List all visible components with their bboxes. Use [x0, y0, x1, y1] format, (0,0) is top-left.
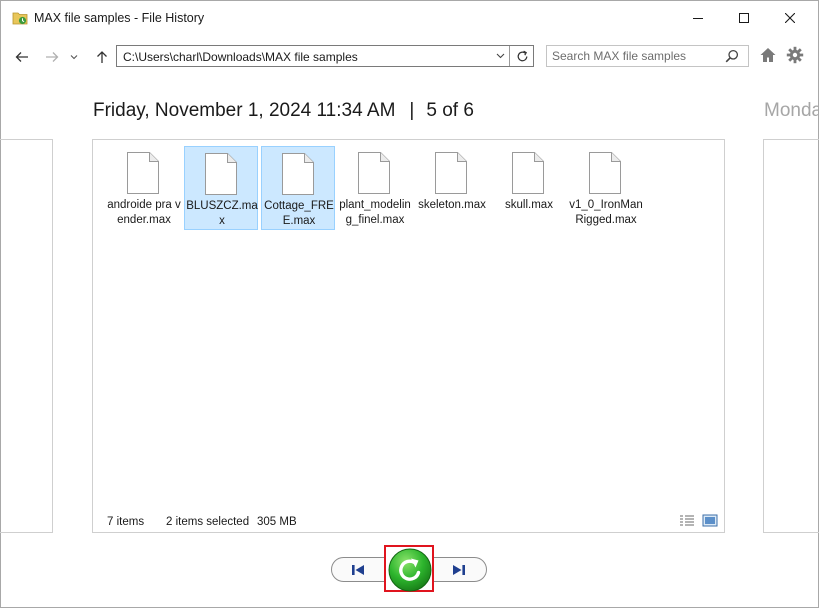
file-item[interactable]: BLUSZCZ.max [184, 146, 258, 230]
file-history-app-icon [12, 10, 28, 26]
file-item[interactable]: v1_0_IronManRigged.max [569, 146, 643, 230]
document-icon [512, 152, 544, 194]
previous-version-pane[interactable] [0, 139, 53, 533]
minimize-icon [693, 18, 703, 19]
heading-separator: | [409, 100, 415, 121]
document-icon [282, 153, 314, 195]
refresh-button[interactable] [509, 46, 534, 66]
details-view-icon [680, 515, 694, 526]
address-path[interactable]: C:\Users\charl\Downloads\MAX file sample… [123, 50, 358, 64]
document-icon [205, 153, 237, 195]
up-arrow-icon [97, 51, 107, 63]
back-arrow-icon [15, 52, 28, 62]
home-icon [760, 48, 776, 62]
file-name: v1_0_IronManRigged.max [569, 199, 643, 226]
file-item[interactable]: skeleton.max [415, 146, 489, 230]
refresh-icon [517, 50, 527, 61]
recent-locations-button[interactable] [64, 46, 84, 68]
forward-arrow-icon [46, 52, 59, 62]
file-item[interactable]: androide pra vender.max [107, 146, 181, 230]
details-view-button[interactable] [679, 514, 695, 532]
selected-count: 2 items selected [166, 516, 250, 528]
file-list-pane: androide pra vender.max BLUSZCZ.max Cottag… [92, 139, 725, 533]
large-icons-view-icon [702, 514, 718, 527]
address-bar[interactable]: C:\Users\charl\Downloads\MAX file sample… [116, 45, 534, 67]
version-position: 5 of 6 [426, 100, 474, 121]
settings-button[interactable] [786, 46, 804, 69]
address-dropdown-button[interactable] [491, 46, 509, 66]
restore-button[interactable] [387, 547, 433, 593]
file-name: plant_modeling_finel.max [339, 199, 411, 226]
close-button[interactable] [767, 0, 813, 36]
chevron-down-icon [70, 55, 78, 60]
document-icon [435, 152, 467, 194]
maximize-icon [739, 13, 749, 23]
minimize-button[interactable] [675, 0, 721, 36]
home-button[interactable] [759, 46, 777, 69]
up-button[interactable] [90, 46, 114, 68]
chevron-down-icon [496, 53, 504, 59]
backup-date-heading: Friday, November 1, 2024 11:34 AM | 5 of 6 [93, 100, 474, 122]
file-item[interactable]: Cottage_FREE.max [261, 146, 335, 230]
window-title: MAX file samples - File History [34, 11, 205, 25]
next-version-button[interactable] [444, 559, 474, 581]
gear-icon [786, 46, 804, 64]
next-version-pane[interactable] [763, 139, 819, 533]
restore-icon [388, 548, 432, 592]
search-input[interactable] [552, 48, 722, 64]
backup-date: Friday, November 1, 2024 11:34 AM [93, 100, 396, 121]
file-name: Cottage_FREE.max [264, 200, 334, 227]
next-version-icon [453, 565, 465, 575]
previous-version-button[interactable] [343, 559, 373, 581]
file-name: BLUSZCZ.max [186, 200, 258, 227]
large-icons-view-button[interactable] [702, 514, 718, 532]
document-icon [589, 152, 621, 194]
next-version-date[interactable]: Monda [764, 100, 819, 122]
previous-version-icon [352, 565, 364, 575]
search-icon[interactable] [725, 49, 739, 63]
document-icon [127, 152, 159, 194]
forward-button[interactable] [40, 46, 64, 68]
maximize-button[interactable] [721, 0, 767, 36]
file-item[interactable]: plant_modeling_finel.max [338, 146, 412, 230]
search-box[interactable] [546, 45, 749, 67]
title-bar: MAX file samples - File History [0, 0, 819, 36]
close-icon [785, 13, 795, 23]
file-name: skeleton.max [418, 199, 486, 211]
selected-size: 305 MB [257, 516, 297, 528]
item-count: 7 items [107, 516, 145, 528]
document-icon [358, 152, 390, 194]
file-item[interactable]: skull.max [492, 146, 566, 230]
back-button[interactable] [10, 46, 34, 68]
file-name: androide pra vender.max [107, 199, 181, 226]
file-name: skull.max [505, 199, 553, 211]
